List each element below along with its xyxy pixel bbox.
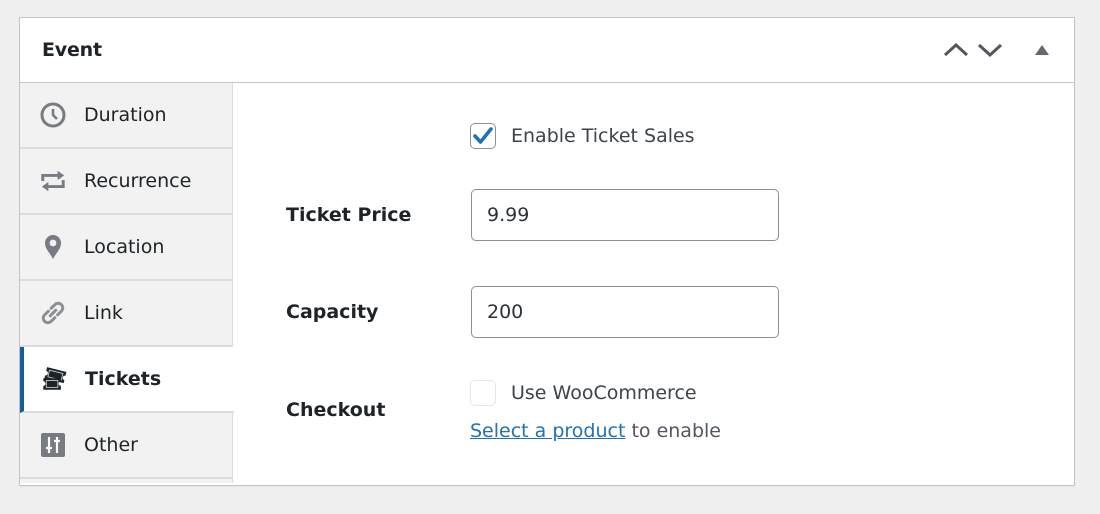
checkmark-icon bbox=[473, 127, 493, 144]
helper-suffix: to enable bbox=[625, 420, 721, 442]
checkout-group: Use WooCommerce Select a product to enab… bbox=[470, 380, 721, 442]
tab-label: Link bbox=[84, 302, 123, 324]
tab-label: Duration bbox=[84, 104, 167, 126]
tickets-panel: Enable Ticket Sales Ticket Price Capacit… bbox=[234, 83, 1074, 485]
handle-actions bbox=[939, 18, 1074, 82]
enable-ticket-sales-label: Enable Ticket Sales bbox=[511, 125, 695, 147]
chevron-up-icon bbox=[943, 42, 969, 57]
tab-recurrence[interactable]: Recurrence bbox=[20, 149, 232, 215]
move-up-button[interactable] bbox=[939, 30, 973, 70]
checkout-helper-text: Select a product to enable bbox=[470, 420, 721, 442]
enable-ticket-sales-row: Enable Ticket Sales bbox=[470, 123, 695, 149]
tickets-icon bbox=[41, 366, 67, 392]
tab-location[interactable]: Location bbox=[20, 215, 232, 281]
tab-label: Tickets bbox=[85, 368, 162, 390]
select-product-link[interactable]: Select a product bbox=[470, 420, 625, 442]
triangle-up-icon bbox=[1035, 45, 1049, 55]
capacity-input[interactable] bbox=[471, 286, 779, 338]
capacity-label: Capacity bbox=[286, 301, 379, 323]
use-woocommerce-row: Use WooCommerce bbox=[470, 380, 721, 406]
metabox-header: Event bbox=[20, 18, 1074, 83]
tab-duration[interactable]: Duration bbox=[20, 83, 232, 149]
link-icon bbox=[40, 300, 66, 326]
use-woocommerce-label: Use WooCommerce bbox=[511, 382, 697, 404]
location-pin-icon bbox=[40, 234, 66, 260]
use-woocommerce-checkbox[interactable] bbox=[470, 380, 496, 406]
tab-link[interactable]: Link bbox=[20, 281, 232, 347]
metabox-body: Duration Recurrence Location Link Ticket… bbox=[20, 83, 1074, 485]
tab-label: Other bbox=[84, 434, 138, 456]
tab-label: Location bbox=[84, 236, 165, 258]
metabox-title: Event bbox=[42, 39, 102, 61]
tab-other[interactable]: Other bbox=[20, 413, 232, 479]
ticket-price-label: Ticket Price bbox=[286, 204, 412, 226]
event-metabox: Event Duration Recurrence Location Link … bbox=[19, 17, 1075, 486]
tabs-sidebar: Duration Recurrence Location Link Ticket… bbox=[20, 83, 234, 483]
repeat-icon bbox=[40, 168, 66, 194]
toggle-panel-button[interactable] bbox=[1025, 30, 1059, 70]
chevron-down-icon bbox=[977, 43, 1003, 58]
sliders-icon bbox=[40, 432, 66, 458]
enable-ticket-sales-checkbox[interactable] bbox=[470, 123, 496, 149]
ticket-price-input[interactable] bbox=[471, 189, 779, 241]
move-down-button[interactable] bbox=[973, 30, 1007, 70]
checkout-label: Checkout bbox=[286, 399, 386, 421]
tab-label: Recurrence bbox=[84, 170, 192, 192]
clock-icon bbox=[40, 102, 66, 128]
tab-tickets[interactable]: Tickets bbox=[20, 347, 234, 413]
